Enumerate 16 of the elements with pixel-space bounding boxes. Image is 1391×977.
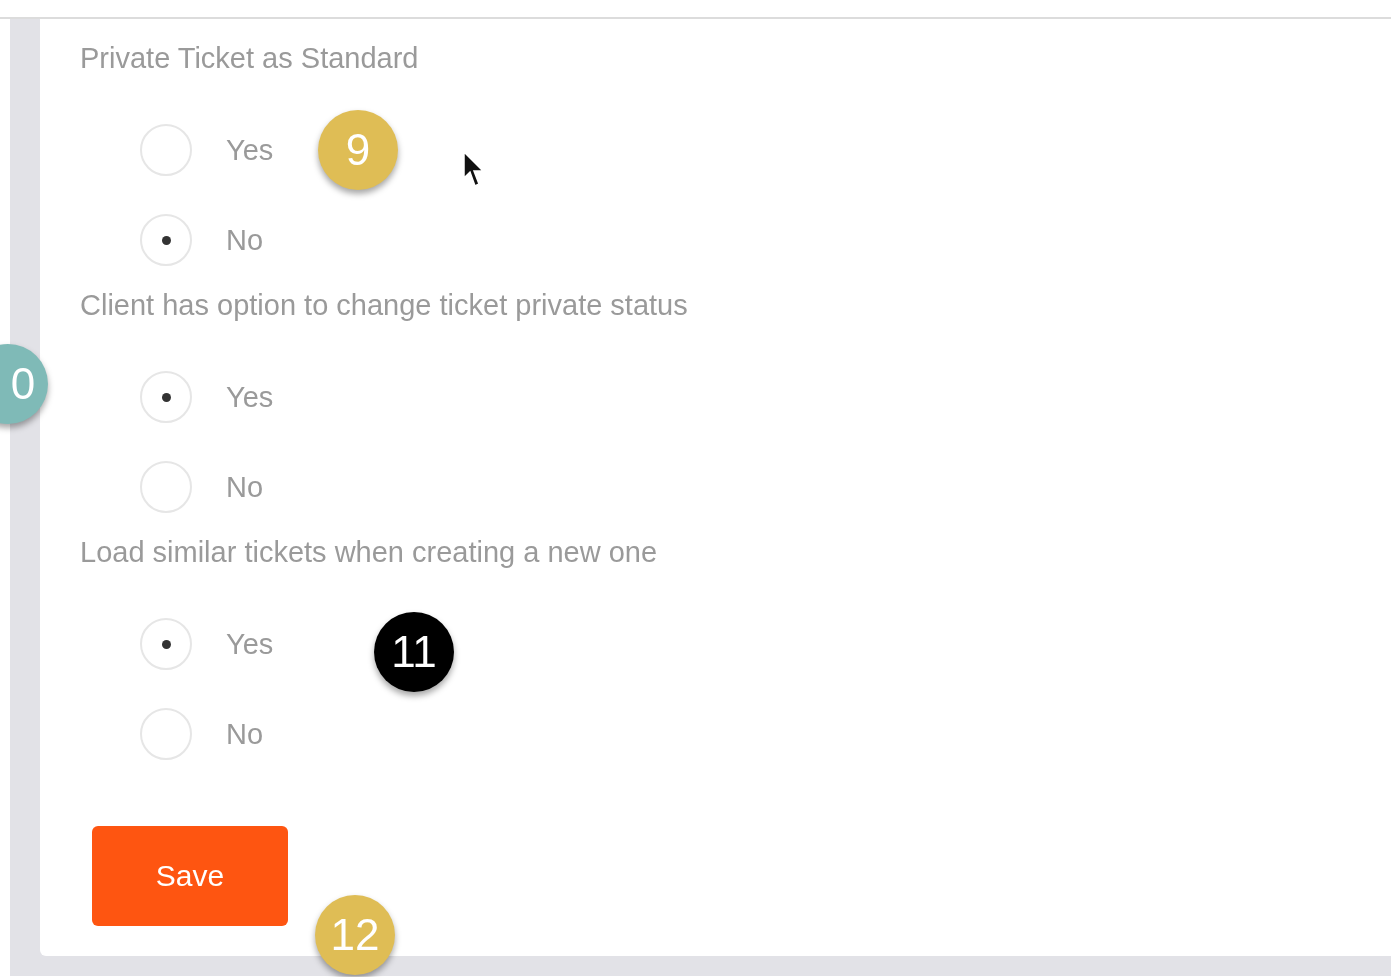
setting-label: Load similar tickets when creating a new one <box>80 535 659 570</box>
setting-label: Private Ticket as Standard <box>80 41 420 76</box>
radio-button[interactable] <box>140 124 192 176</box>
option-label: Yes <box>226 133 274 167</box>
option-label: Yes <box>226 627 274 661</box>
radio-button[interactable] <box>140 708 192 760</box>
option-label: No <box>226 717 264 751</box>
setting-label: Client has option to change ticket private status <box>80 288 689 323</box>
option-label: No <box>226 470 264 504</box>
radio-button[interactable] <box>140 618 192 670</box>
save-button[interactable]: Save <box>92 826 288 926</box>
option-label: No <box>226 223 264 257</box>
radio-button[interactable] <box>140 461 192 513</box>
option-label: Yes <box>226 380 274 414</box>
radio-button[interactable] <box>140 214 192 266</box>
radio-button[interactable] <box>140 371 192 423</box>
